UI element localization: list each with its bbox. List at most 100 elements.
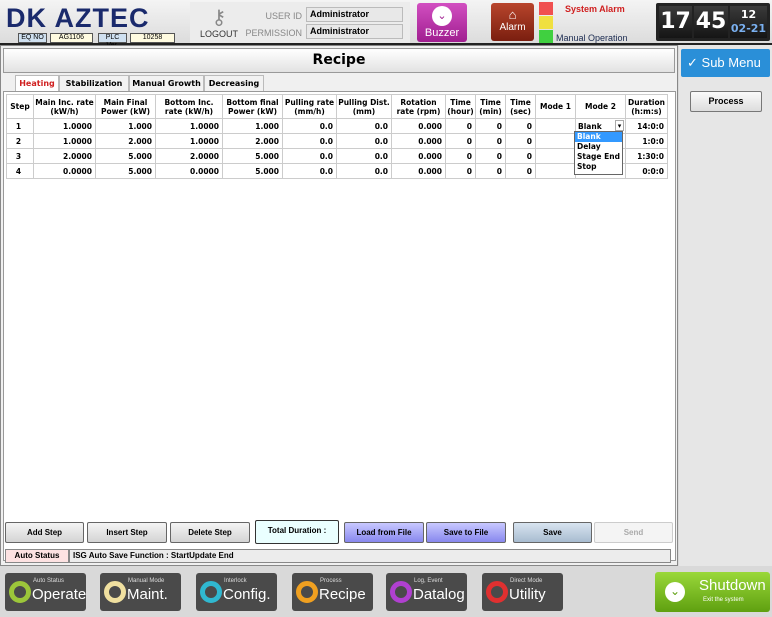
table-row[interactable]: 1 1.0000 1.000 1.0000 1.000 0.0 0.0 0.000 0 0 0 Bla…: [6, 118, 668, 134]
nav-recipe[interactable]: Process Recipe: [292, 573, 373, 611]
table-cell[interactable]: 0: [475, 133, 506, 149]
process-button[interactable]: Process: [690, 91, 762, 112]
table-cell[interactable]: 0.000: [391, 163, 446, 179]
table-cell[interactable]: 5.000: [222, 148, 283, 164]
shutdown-button[interactable]: ⌄ Shutdown Exit the system: [655, 572, 770, 612]
aperture-icon: [486, 581, 508, 603]
table-cell[interactable]: 0.0000: [33, 163, 96, 179]
table-cell[interactable]: 0: [505, 118, 536, 134]
table-cell[interactable]: 0: [475, 148, 506, 164]
nav-datalog[interactable]: Log, Event Datalog: [386, 573, 467, 611]
table-cell[interactable]: [535, 148, 576, 164]
table-cell[interactable]: 2.0000: [155, 148, 223, 164]
table-cell[interactable]: 1.0000: [155, 118, 223, 134]
dropdown-arrow-icon[interactable]: ▾: [615, 120, 624, 131]
option-stage-end[interactable]: Stage End: [575, 152, 622, 162]
table-cell[interactable]: 0.0: [336, 133, 392, 149]
table-cell[interactable]: 0: [475, 118, 506, 134]
table-cell[interactable]: 0: [505, 133, 536, 149]
table-row[interactable]: 4 0.0000 5.000 0.0000 5.000 0.0 0.0 0.000 0 0 0 0:0…: [6, 163, 668, 179]
table-cell[interactable]: 4: [6, 163, 34, 179]
nav-utility[interactable]: Direct Mode Utility: [482, 573, 563, 611]
table-cell[interactable]: 5.000: [95, 148, 156, 164]
table-cell[interactable]: 0.000: [391, 118, 446, 134]
column-header: Bottom final Power (kW): [222, 94, 283, 119]
main-panel: Recipe Heating Stabilization Manual Grow…: [0, 45, 678, 566]
table-cell[interactable]: 0.0: [282, 133, 337, 149]
table-cell[interactable]: 0: [445, 163, 476, 179]
tab-decreasing[interactable]: Decreasing: [204, 75, 264, 91]
aperture-icon: [200, 581, 222, 603]
table-cell[interactable]: 1:0:0: [625, 133, 668, 149]
table-cell[interactable]: 0.0: [336, 163, 392, 179]
table-cell[interactable]: 0.0: [336, 118, 392, 134]
table-cell[interactable]: 0.0: [282, 148, 337, 164]
table-cell[interactable]: 2.000: [95, 133, 156, 149]
manual-operation-label: Manual Operation: [556, 33, 628, 43]
table-cell[interactable]: 0: [445, 118, 476, 134]
table-cell[interactable]: 0.0: [282, 163, 337, 179]
send-button[interactable]: Send: [594, 522, 673, 543]
aperture-icon: [296, 581, 318, 603]
column-header: Time (sec): [505, 94, 536, 119]
aperture-icon: [390, 581, 412, 603]
nav-config[interactable]: Interlock Config.: [196, 573, 277, 611]
buzzer-button[interactable]: ⌄ Buzzer: [417, 3, 467, 42]
table-cell[interactable]: [535, 133, 576, 149]
tab-manual-growth[interactable]: Manual Growth: [129, 75, 204, 91]
permission-value: Administrator: [306, 24, 403, 39]
alarm-button[interactable]: ⌂ Alarm: [491, 3, 534, 41]
table-cell[interactable]: 0: [445, 133, 476, 149]
table-cell[interactable]: 0.0: [336, 148, 392, 164]
save-to-file-button[interactable]: Save to File: [426, 522, 506, 543]
table-cell[interactable]: 0: [475, 163, 506, 179]
table-row[interactable]: 3 2.0000 5.000 2.0000 5.000 0.0 0.0 0.000 0 0 0 1:3…: [6, 148, 668, 164]
table-cell[interactable]: 1.0000: [155, 133, 223, 149]
tab-stabilization[interactable]: Stabilization: [59, 75, 129, 91]
table-cell[interactable]: 0.0: [282, 118, 337, 134]
table-cell[interactable]: 0.000: [391, 148, 446, 164]
delete-step-button[interactable]: Delete Step: [170, 522, 250, 543]
table-cell[interactable]: 1.000: [222, 118, 283, 134]
table-cell[interactable]: 2.0000: [33, 148, 96, 164]
table-cell[interactable]: 0: [445, 148, 476, 164]
table-cell[interactable]: 14:0:0: [625, 118, 668, 134]
mode2-dropdown-list[interactable]: Blank Delay Stage End Stop: [574, 131, 623, 175]
plc-ver-label: PLC Ver.: [98, 33, 127, 49]
insert-step-button[interactable]: Insert Step: [87, 522, 167, 543]
add-step-button[interactable]: Add Step: [5, 522, 84, 543]
chevron-down-icon: ⌄: [432, 6, 452, 26]
table-cell[interactable]: 2: [6, 133, 34, 149]
table-cell[interactable]: 1.0000: [33, 133, 96, 149]
table-cell[interactable]: 5.000: [222, 163, 283, 179]
table-cell[interactable]: [535, 163, 576, 179]
table-cell[interactable]: 1:30:0: [625, 148, 668, 164]
column-header: Time (hour): [445, 94, 476, 119]
table-cell[interactable]: 0.000: [391, 133, 446, 149]
table-cell[interactable]: 5.000: [95, 163, 156, 179]
table-cell[interactable]: 0.0000: [155, 163, 223, 179]
table-cell[interactable]: 0: [505, 148, 536, 164]
header-bar: DK AZTEC EQ NO AG1106 PLC Ver. 10258 ⚷ L…: [0, 0, 772, 49]
table-cell[interactable]: 1.0000: [33, 118, 96, 134]
tab-heating[interactable]: Heating: [15, 75, 59, 91]
option-delay[interactable]: Delay: [575, 142, 622, 152]
sub-menu-button[interactable]: ✓ Sub Menu: [681, 49, 770, 77]
table-cell[interactable]: 0: [505, 163, 536, 179]
option-blank[interactable]: Blank: [575, 132, 622, 142]
nav-maint[interactable]: Manual Mode Maint.: [100, 573, 181, 611]
save-button[interactable]: Save: [513, 522, 592, 543]
table-cell[interactable]: 3: [6, 148, 34, 164]
table-cell[interactable]: 1.000: [95, 118, 156, 134]
table-cell[interactable]: [535, 118, 576, 134]
table-cell[interactable]: 1: [6, 118, 34, 134]
option-stop[interactable]: Stop: [575, 162, 622, 172]
load-from-file-button[interactable]: Load from File: [344, 522, 424, 543]
table-cell[interactable]: 2.000: [222, 133, 283, 149]
recipe-table: Step Main Inc. rate (kW/h) Main Final Powe…: [6, 94, 668, 179]
table-cell[interactable]: 0:0:0: [625, 163, 668, 179]
side-panel: ✓ Sub Menu Process: [679, 45, 772, 566]
table-row[interactable]: 2 1.0000 2.000 1.0000 2.000 0.0 0.0 0.000 0 0 0 1:0…: [6, 133, 668, 149]
red-lamp: [539, 2, 553, 15]
nav-operate[interactable]: Auto Status Operate: [5, 573, 86, 611]
